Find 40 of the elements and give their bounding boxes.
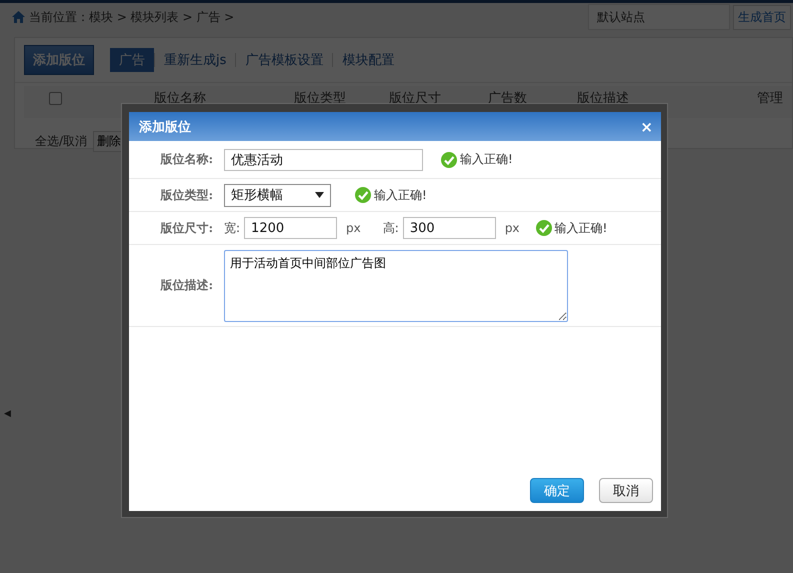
validation-message: 输入正确! [374,186,427,204]
input-field[interactable]: 1200 [244,217,338,239]
field-label: 版位名称: [159,151,213,168]
add-button[interactable]: 添加版位 [24,45,94,75]
site-selector[interactable]: 默认站点 [588,4,730,30]
text-area[interactable]: 用于活动首页中间部位广告图 [224,250,568,322]
unit-label: px [504,221,520,235]
check-icon [536,220,552,236]
checkbox[interactable] [49,92,62,105]
input-field[interactable]: 优惠活动 [224,148,423,170]
column-header: 版位描述 [577,90,629,107]
tab[interactable]: 模块配置 [333,48,404,72]
field-label: 宽: [224,220,240,236]
caret-icon [315,192,324,198]
select-all-link[interactable]: 全选/取消 [35,133,88,150]
confirm-button[interactable]: 确定 [530,478,584,503]
dropdown[interactable]: 矩形横幅 [224,184,331,206]
sidebar-toggle[interactable]: ◀ [4,409,11,419]
dialog-title: 添加版位 [139,118,191,136]
unit-label: px [346,221,361,235]
field-label: 版位尺寸: [159,220,213,236]
cancel-button[interactable]: 取消 [599,478,653,503]
column-header: 版位名称 [154,90,206,107]
tab[interactable]: 广告 [110,48,154,72]
close-button[interactable]: × [640,118,653,136]
validation-message: 输入正确! [460,151,513,168]
column-header: 版位尺寸 [389,90,441,107]
check-icon [441,152,457,168]
check-icon [355,187,371,203]
column-header: 管理 [757,90,783,107]
input-field[interactable]: 300 [402,217,496,239]
validation-message: 输入正确! [554,220,608,236]
header-link[interactable]: 生成首页 [733,4,791,30]
tab[interactable]: 重新生成js [155,48,236,72]
field-label: 高: [382,220,399,236]
home-icon [12,11,25,23]
breadcrumb: 当前位置：模块 > 模块列表 > 广告 > [29,8,234,26]
field-label: 版位描述: [159,277,213,294]
field-label: 版位类型: [159,186,213,204]
tab[interactable]: 广告模板设置 [236,48,332,72]
